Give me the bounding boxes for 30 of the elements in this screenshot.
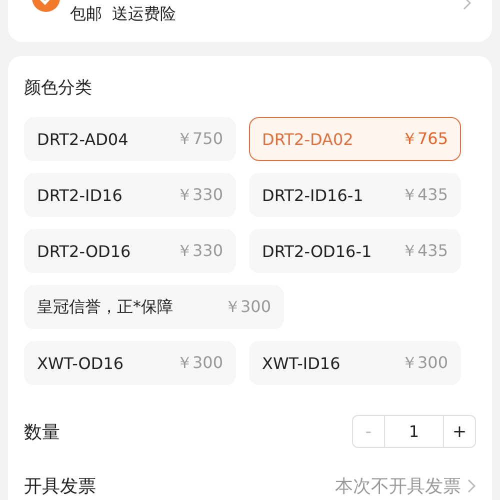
variant-price: ￥435 [401,240,448,262]
variant-name: XWT-ID16 [262,354,340,372]
variant-option[interactable]: 皇冠信誉，正*保障 ￥300 [24,285,284,329]
variant-option[interactable]: XWT-ID16 ￥300 [249,341,461,385]
variant-name: DRT2-DA02 [262,130,354,148]
variant-price: ￥330 [176,240,223,262]
variant-name: DRT2-OD16-1 [262,242,372,260]
variant-option[interactable]: DRT2-OD16 ￥330 [24,229,236,273]
section-title: 颜色分类 [24,77,92,99]
variant-option[interactable]: DRT2-AD04 ￥750 [24,117,236,161]
quantity-label: 数量 [24,420,60,444]
variant-price: ￥330 [176,184,223,206]
variant-name: DRT2-OD16 [37,242,131,260]
variant-price: ￥435 [401,184,448,206]
variant-price: ￥300 [401,352,448,374]
variant-name: DRT2-ID16 [37,186,122,204]
invoice-label: 开具发票 [24,475,96,498]
variant-price: ￥300 [176,352,223,374]
variant-option[interactable]: DRT2-ID16-1 ￥435 [249,173,461,217]
shipping-info: 包邮 送运费险 [70,4,176,25]
variant-name: DRT2-ID16-1 [262,186,364,204]
variant-name: 皇冠信誉，正*保障 [37,296,173,318]
variant-option[interactable]: DRT2-ID16 ￥330 [24,173,236,217]
variant-option[interactable]: DRT2-OD16-1 ￥435 [249,229,461,273]
variant-price: ￥750 [176,128,223,150]
variant-name: DRT2-AD04 [37,130,128,148]
variant-name: XWT-OD16 [37,354,124,372]
variant-price: ￥300 [224,296,271,318]
variant-option[interactable]: XWT-OD16 ￥300 [24,341,236,385]
variant-price: ￥765 [401,128,448,150]
